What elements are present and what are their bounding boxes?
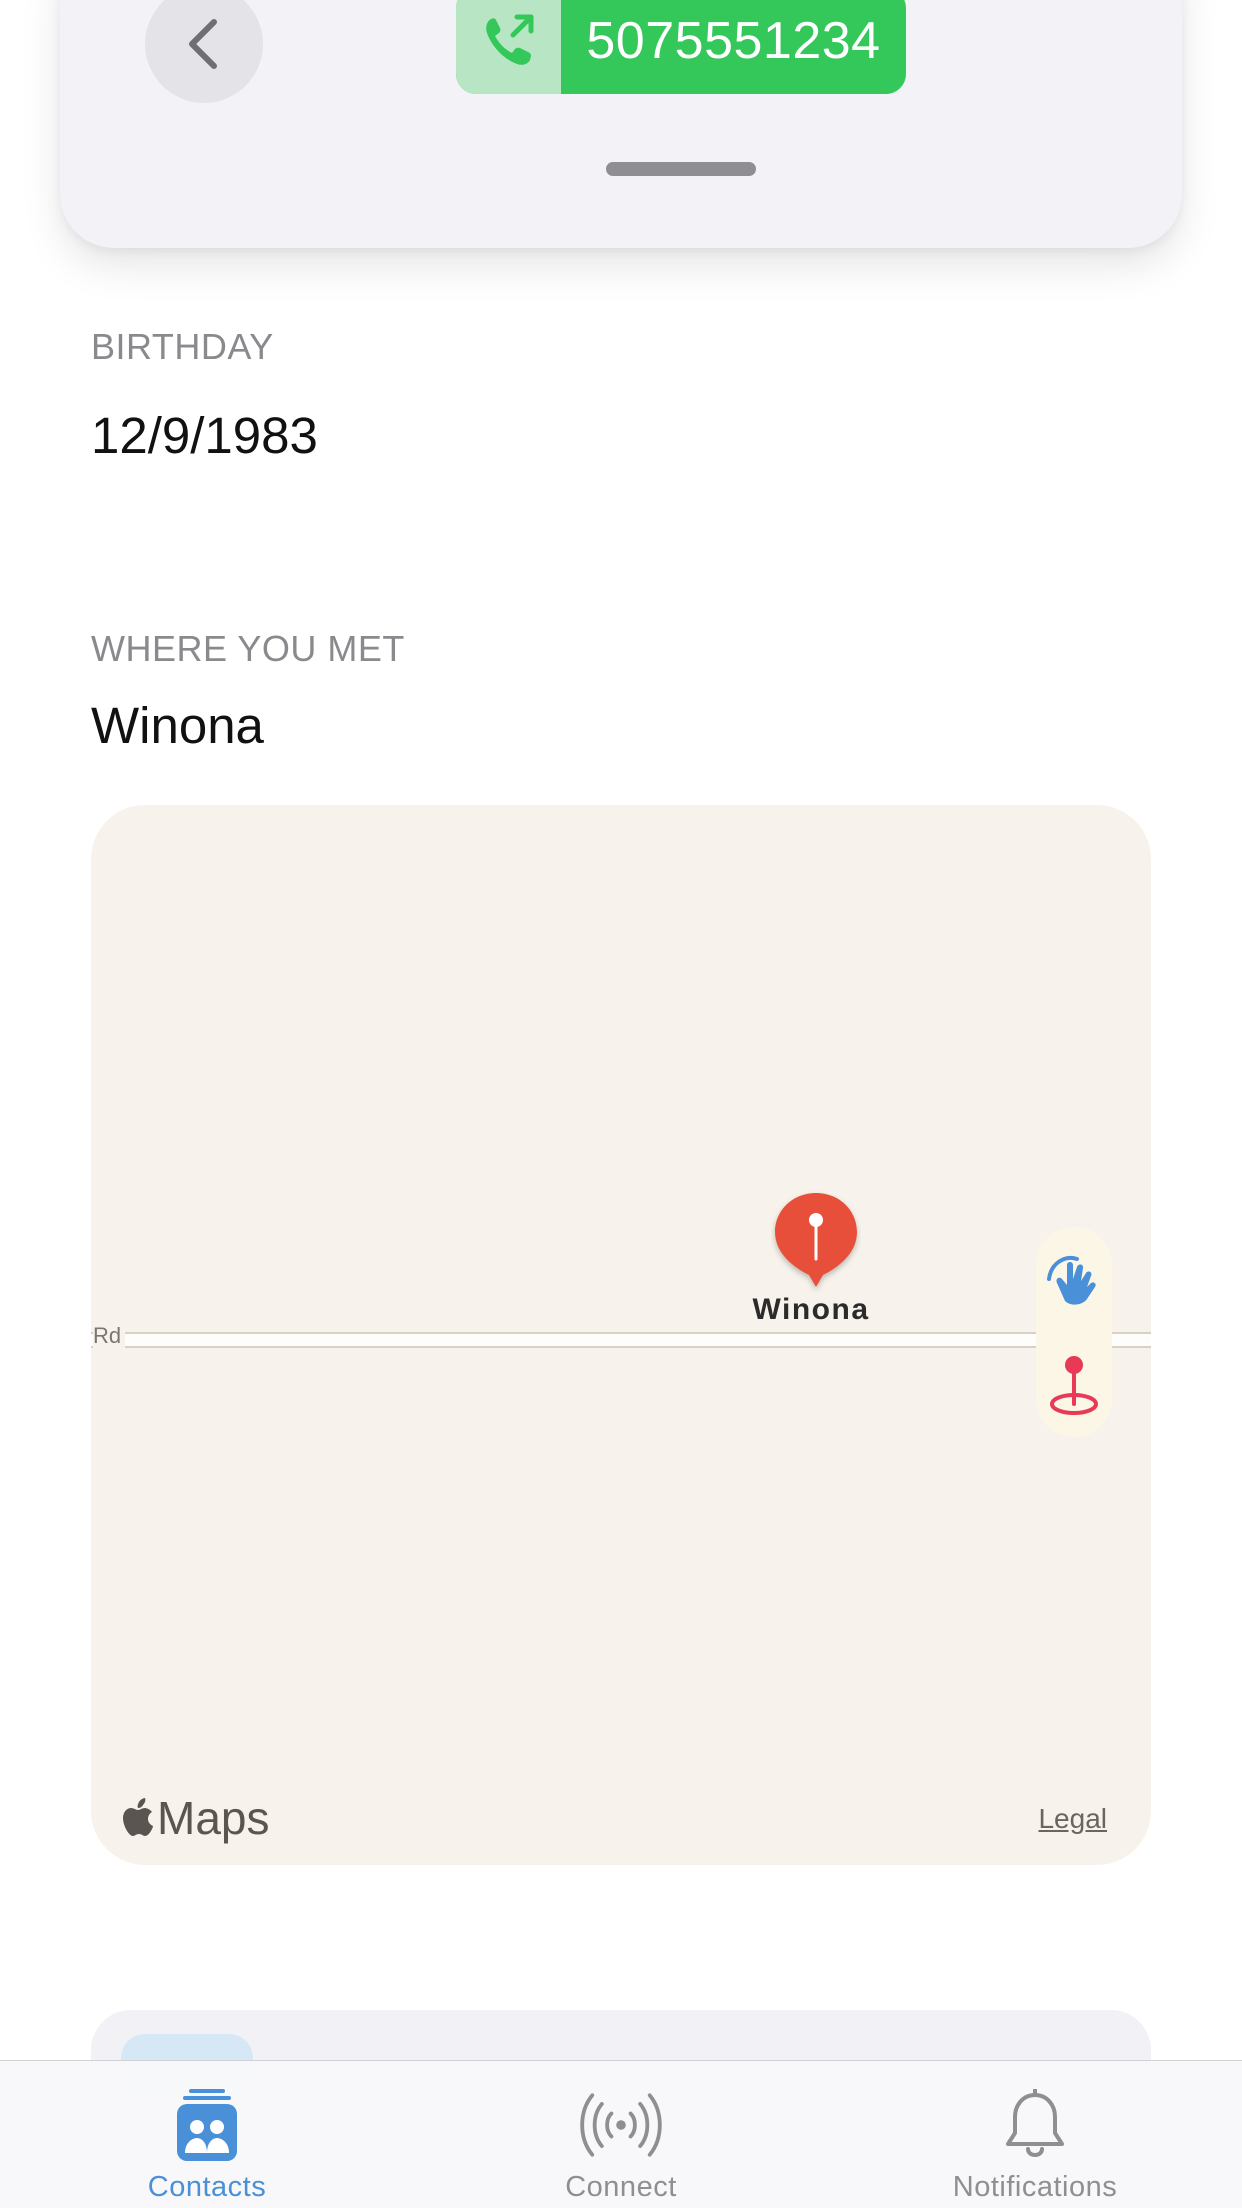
- map-pin-icon[interactable]: [771, 1187, 861, 1297]
- outgoing-call-icon: [456, 0, 561, 94]
- maps-brand: Maps: [157, 1792, 270, 1844]
- road-label: Rd: [93, 1323, 126, 1349]
- tab-label: Notifications: [952, 2171, 1118, 2203]
- apple-logo-icon: [123, 1798, 153, 1836]
- tab-connect[interactable]: Connect: [414, 2061, 828, 2208]
- contact-detail-screen: 5075551234 BIRTHDAY 12/9/1983 WHERE YOU …: [0, 0, 1242, 2208]
- sheet-grabber[interactable]: [606, 162, 756, 176]
- header-sheet: 5075551234: [60, 0, 1182, 248]
- where-met-label: WHERE YOU MET: [91, 628, 405, 669]
- chevron-left-icon: [189, 19, 217, 69]
- map-road: [91, 1332, 1151, 1348]
- birthday-value: 12/9/1983: [91, 407, 318, 464]
- call-phone-button[interactable]: 5075551234: [456, 0, 906, 94]
- touch-gesture-icon[interactable]: [1043, 1249, 1105, 1309]
- legal-link[interactable]: Legal: [1038, 1803, 1107, 1835]
- birthday-label: BIRTHDAY: [91, 326, 274, 367]
- contacts-icon: [161, 2089, 253, 2161]
- bell-icon: [989, 2089, 1081, 2161]
- maps-logo: Maps: [121, 1791, 269, 1845]
- tab-label: Connect: [565, 2171, 677, 2203]
- map-controls: [1036, 1227, 1112, 1437]
- tab-label: Contacts: [147, 2171, 267, 2203]
- broadcast-icon: [575, 2089, 667, 2161]
- location-map[interactable]: Rd Winona Maps Legal: [91, 805, 1151, 1865]
- phone-number: 5075551234: [586, 12, 881, 70]
- back-button[interactable]: [145, 0, 263, 103]
- location-pin-icon[interactable]: [1046, 1352, 1102, 1416]
- tab-bar: Contacts Connect Notifications: [0, 2060, 1242, 2208]
- tab-notifications[interactable]: Notifications: [828, 2061, 1242, 2208]
- tab-contacts[interactable]: Contacts: [0, 2061, 414, 2208]
- where-met-value: Winona: [91, 697, 264, 754]
- map-pin-label: Winona: [752, 1293, 870, 1326]
